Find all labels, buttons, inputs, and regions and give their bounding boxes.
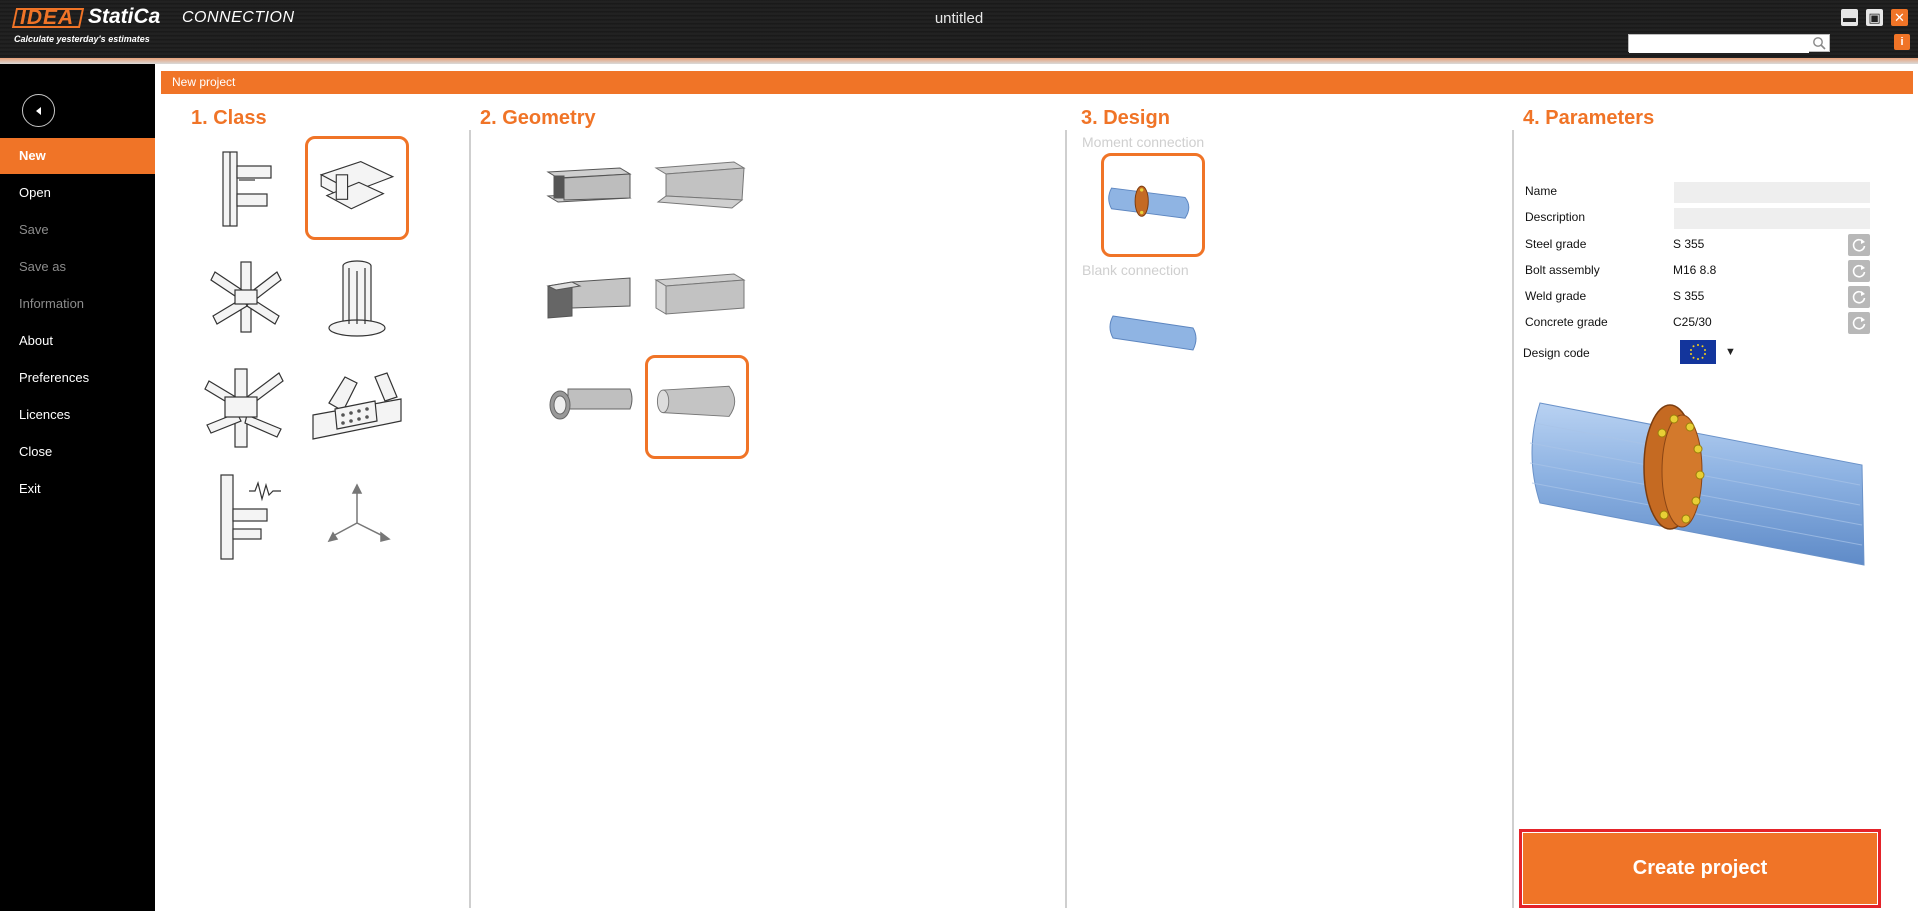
coordinate-axes-icon bbox=[327, 483, 391, 543]
refresh-icon bbox=[1852, 316, 1866, 330]
class-tile-space-joint[interactable] bbox=[195, 355, 299, 459]
minimize-button[interactable]: ▬ bbox=[1841, 9, 1858, 26]
geometry-tile-i-beam-t[interactable] bbox=[538, 136, 642, 240]
i-beam-tee-icon bbox=[546, 167, 632, 203]
design-group-moment: Moment connection bbox=[1082, 134, 1205, 150]
class-tile-general[interactable] bbox=[305, 465, 409, 569]
section-title-design: 3. Design bbox=[1081, 107, 1170, 129]
param-name-label: Name bbox=[1525, 184, 1558, 198]
section-title-class: 1. Class bbox=[191, 107, 267, 129]
i-beam-straight-icon bbox=[654, 161, 746, 209]
description-field[interactable] bbox=[1674, 208, 1870, 229]
menu-item-exit[interactable]: Exit bbox=[0, 471, 155, 507]
class-tile-truss-node[interactable] bbox=[305, 355, 409, 459]
search-icon[interactable] bbox=[1812, 36, 1826, 50]
steel-grade-value[interactable]: S 355 bbox=[1673, 237, 1704, 251]
menu-item-close[interactable]: Close bbox=[0, 434, 155, 470]
menu-item-information[interactable]: Information bbox=[0, 286, 155, 322]
sidebar: New Open Save Save as Information About … bbox=[0, 64, 155, 911]
design-tile-blank-pipe[interactable] bbox=[1101, 282, 1205, 386]
menu-item-new[interactable]: New bbox=[0, 138, 155, 174]
design-code-selector[interactable] bbox=[1680, 340, 1716, 364]
panel-header: New project bbox=[161, 71, 1913, 94]
rhs-tee-icon bbox=[546, 277, 631, 319]
refresh-icon bbox=[1852, 264, 1866, 278]
space-joint-icon bbox=[204, 368, 284, 448]
param-steel-grade-label: Steel grade bbox=[1525, 237, 1587, 251]
truss-node-icon bbox=[312, 372, 402, 440]
param-concrete-grade-label: Concrete grade bbox=[1525, 315, 1608, 329]
pipe-flange-connection-icon bbox=[1108, 185, 1190, 219]
section-divider bbox=[469, 130, 471, 908]
menu-item-save[interactable]: Save bbox=[0, 212, 155, 248]
chs-straight-icon bbox=[656, 385, 736, 417]
param-bolt-assembly-label: Bolt assembly bbox=[1525, 263, 1600, 277]
multi-member-joint-icon bbox=[210, 261, 282, 333]
chs-tee-icon bbox=[549, 388, 633, 420]
bolt-assembly-reset-button[interactable] bbox=[1848, 260, 1870, 282]
section-divider bbox=[1065, 130, 1067, 908]
title-bar: IDEA StatiCa CONNECTION Calculate yester… bbox=[0, 0, 1918, 58]
maximize-button[interactable]: ▣ bbox=[1866, 9, 1883, 26]
section-divider bbox=[1512, 130, 1514, 908]
refresh-icon bbox=[1852, 238, 1866, 252]
design-tile-moment-flange[interactable] bbox=[1101, 153, 1205, 257]
name-field[interactable] bbox=[1674, 182, 1870, 203]
param-description-label: Description bbox=[1525, 210, 1586, 224]
close-button[interactable]: ✕ bbox=[1891, 9, 1908, 26]
pipe-flange-preview-icon bbox=[1529, 402, 1865, 566]
concrete-grade-value[interactable]: C25/30 bbox=[1673, 315, 1712, 329]
section-title-geometry: 2. Geometry bbox=[480, 107, 596, 129]
search-input[interactable] bbox=[1629, 37, 1809, 53]
bolt-assembly-value[interactable]: M16 8.8 bbox=[1673, 263, 1716, 277]
create-project-button[interactable]: Create project bbox=[1523, 833, 1877, 904]
rhs-straight-icon bbox=[654, 273, 746, 315]
geometry-tile-chs-straight[interactable] bbox=[645, 355, 749, 459]
seismic-joint-icon bbox=[220, 474, 281, 560]
class-tile-frame-joint[interactable] bbox=[195, 136, 299, 240]
window-title: untitled bbox=[934, 10, 984, 27]
search-box[interactable] bbox=[1628, 34, 1830, 53]
menu-item-about[interactable]: About bbox=[0, 323, 155, 359]
steel-grade-reset-button[interactable] bbox=[1848, 234, 1870, 256]
blank-pipe-icon bbox=[1109, 315, 1197, 351]
menu-item-licences[interactable]: Licences bbox=[0, 397, 155, 433]
geometry-tile-i-beam-straight[interactable] bbox=[648, 136, 752, 240]
logo-tagline: Calculate yesterday's estimates bbox=[14, 34, 150, 44]
param-design-code-label: Design code bbox=[1523, 346, 1590, 360]
concrete-grade-reset-button[interactable] bbox=[1848, 312, 1870, 334]
class-tile-beam-splice[interactable] bbox=[305, 136, 409, 240]
class-tile-seismic-joint[interactable] bbox=[195, 465, 299, 569]
column-base-icon bbox=[328, 260, 386, 337]
class-tile-column-base[interactable] bbox=[305, 244, 409, 348]
header-accent-strip bbox=[0, 58, 1918, 64]
design-code-dropdown-icon[interactable]: ▼ bbox=[1725, 346, 1736, 358]
beam-splice-icon bbox=[319, 161, 395, 210]
info-button[interactable]: i bbox=[1894, 34, 1910, 50]
refresh-icon bbox=[1852, 290, 1866, 304]
geometry-tile-chs-t[interactable] bbox=[538, 355, 642, 459]
eu-flag-icon bbox=[1690, 344, 1706, 360]
back-button[interactable] bbox=[22, 94, 55, 127]
weld-grade-value[interactable]: S 355 bbox=[1673, 289, 1704, 303]
geometry-tile-rhs-straight[interactable] bbox=[648, 244, 752, 348]
frame-joint-icon bbox=[222, 151, 272, 227]
geometry-tile-rhs-t[interactable] bbox=[538, 244, 642, 348]
weld-grade-reset-button[interactable] bbox=[1848, 286, 1870, 308]
menu-item-save-as[interactable]: Save as bbox=[0, 249, 155, 285]
menu-item-preferences[interactable]: Preferences bbox=[0, 360, 155, 396]
connection-preview bbox=[1522, 393, 1874, 573]
section-title-parameters: 4. Parameters bbox=[1523, 107, 1655, 129]
back-arrow-icon bbox=[36, 107, 41, 115]
param-weld-grade-label: Weld grade bbox=[1525, 289, 1587, 303]
class-tile-multi-member[interactable] bbox=[195, 244, 299, 348]
menu-item-open[interactable]: Open bbox=[0, 175, 155, 211]
design-group-blank: Blank connection bbox=[1082, 262, 1189, 278]
